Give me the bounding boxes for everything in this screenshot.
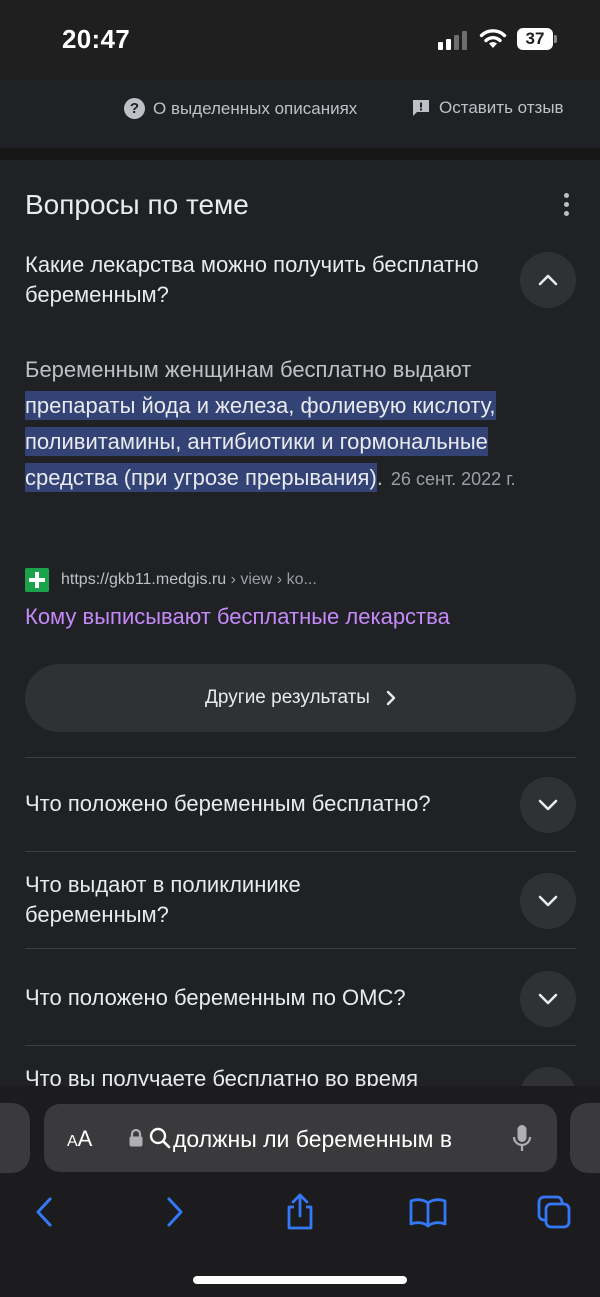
chevron-up-icon [538,274,558,286]
divider [25,851,576,852]
battery-level: 37 [525,29,545,48]
answer-prefix: Беременным женщинам бесплатно выдают [25,357,472,382]
status-bar: 20:47 37 [0,0,600,80]
feedback-icon [413,100,429,116]
about-featured-snippets-link[interactable]: ? О выделенных описаниях [124,98,357,119]
collapse-button[interactable] [520,252,576,308]
site-favicon-icon [25,568,49,592]
divider [25,948,576,949]
browser-page: 20:47 37 ? О выделенных описаниях Остави… [0,0,600,1297]
page-settings-button[interactable]: AA [67,1126,92,1152]
more-options-icon[interactable] [556,190,576,218]
result-title-link[interactable]: Кому выписывают бесплатные лекарства [25,604,450,630]
share-icon [287,1193,313,1230]
related-question[interactable]: Что положено беременным бесплатно? [25,789,505,819]
chevron-down-icon [538,993,558,1005]
answer-suffix: . [376,465,383,490]
help-icon: ? [124,98,145,119]
share-button[interactable] [278,1190,322,1234]
feedback-link[interactable]: Оставить отзыв [411,98,564,118]
chevron-down-icon [538,799,558,811]
about-featured-snippets-label: О выделенных описаниях [153,98,358,118]
back-button[interactable] [22,1190,66,1234]
divider [25,757,576,758]
related-question[interactable]: Что положено беременным по ОМС? [25,983,505,1013]
chevron-down-icon [538,895,558,907]
battery-icon: 37 [517,28,557,50]
chevron-left-icon [36,1197,52,1227]
home-indicator[interactable] [193,1276,407,1284]
forward-button[interactable] [153,1190,197,1234]
related-question[interactable]: Что выдают в поликлинике беременным? [25,870,445,930]
book-icon [409,1198,447,1228]
answer-snippet: Беременным женщинам бесплатно выдают пре… [25,352,555,497]
lock-icon [129,1128,143,1147]
tabs-button[interactable] [532,1190,576,1234]
section-divider [0,148,600,160]
microphone-icon[interactable] [512,1124,532,1154]
previous-tab-peek[interactable] [0,1103,30,1173]
search-icon [149,1127,171,1149]
expand-button[interactable] [520,873,576,929]
tabs-icon [537,1195,571,1229]
expand-button[interactable] [520,777,576,833]
answer-date: 26 сент. 2022 г. [390,469,516,489]
source-path: › view › ko... [226,571,317,588]
next-tab-peek[interactable] [570,1103,600,1173]
cellular-signal-icon [438,30,467,50]
divider [25,1045,576,1046]
chevron-right-icon [167,1197,183,1227]
source-citation[interactable]: https://gkb11.medgis.ru › view › ko... [25,568,317,592]
expanded-question[interactable]: Какие лекарства можно получить бесплатно… [25,250,495,310]
bookmarks-button[interactable] [406,1190,450,1234]
more-results-label: Другие результаты [205,687,370,708]
more-results-button[interactable]: Другие результаты [25,664,576,732]
section-title: Вопросы по теме [25,189,249,220]
status-time: 20:47 [62,24,130,54]
chevron-right-icon [386,690,396,706]
wifi-icon [479,29,507,48]
address-query[interactable]: должны ли беременным в [173,1124,491,1154]
expand-button[interactable] [520,971,576,1027]
feedback-label: Оставить отзыв [439,98,564,117]
source-domain: https://gkb11.medgis.ru [61,571,227,588]
